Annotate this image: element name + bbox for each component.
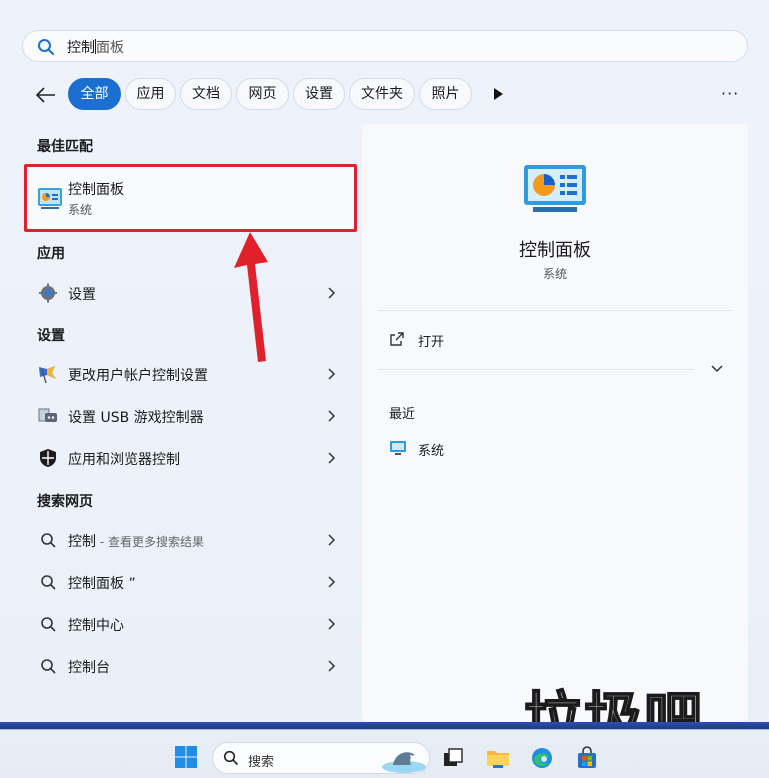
dolphin-highlight-icon [382,752,426,773]
preview-panel: 控制面板 系统 打开 最近 系统 [362,124,748,722]
open-external-icon[interactable] [389,331,405,347]
preview-title: 控制面板 [519,240,591,261]
chevron-right-icon [328,534,336,546]
setting-item-label: 应用和浏览器控制 [68,452,180,468]
web-item-label: 控制面板 ” [68,576,136,592]
control-panel-large-icon [524,165,586,212]
best-match-control-panel[interactable]: 控制面板 系统 [24,164,357,232]
filter-apps[interactable]: 应用 [125,78,176,110]
section-settings: 设置 [37,328,65,344]
shield-icon [40,449,56,467]
control-panel-icon [38,188,62,209]
red-arrow-annotation [234,232,268,362]
back-arrow-icon[interactable] [34,84,58,106]
search-suggest: 面板 [96,40,124,56]
recent-item-system[interactable]: 系统 [418,440,444,459]
web-item[interactable]: 控制台 [30,648,342,684]
best-match-title: 控制面板 [68,182,124,198]
setting-item-label: 设置 USB 游戏控制器 [68,410,204,426]
chevron-right-icon [328,576,336,588]
filter-settings[interactable]: 设置 [293,78,345,110]
chevron-right-icon [328,618,336,630]
chevron-right-icon [328,287,336,299]
chevron-right-icon [328,660,336,672]
task-view-icon[interactable] [441,746,465,770]
search-icon [38,39,54,55]
search-box[interactable]: 控制面板 [22,30,748,62]
web-item-label: 控制中心 [68,618,124,634]
setting-item-uac[interactable]: 更改用户帐户控制设置 [30,356,342,392]
taskbar-search-placeholder: 搜索 [248,755,275,770]
system-monitor-icon [390,441,406,455]
game-controller-icon [38,408,57,422]
search-typed: 控制 [67,40,95,56]
search-icon [41,617,56,632]
search-icon [223,750,239,766]
filter-folders[interactable]: 文件夹 [349,78,415,110]
gear-icon [39,283,57,303]
search-icon [41,575,56,590]
search-icon [41,533,56,548]
open-action[interactable]: 打开 [418,331,444,350]
taskbar-search[interactable]: 搜索 [212,742,430,774]
microsoft-store-icon[interactable] [575,746,599,770]
chevron-down-icon[interactable] [710,364,724,374]
web-item-query: 控制 [68,534,96,550]
edge-browser-icon[interactable] [530,746,554,770]
setting-item-label: 更改用户帐户控制设置 [68,368,208,384]
file-explorer-icon[interactable] [486,746,510,770]
setting-item-usb-controller[interactable]: 设置 USB 游戏控制器 [30,398,342,434]
recent-heading: 最近 [389,407,416,422]
start-search-panel: 控制面板 全部 应用 文档 网页 设置 文件夹 照片 ··· 最佳匹配 控制面板… [0,0,769,754]
chevron-right-icon [328,368,336,380]
search-icon [41,659,56,674]
web-item[interactable]: 控制中心 [30,606,342,642]
filter-all[interactable]: 全部 [68,78,121,110]
windows-start-icon[interactable] [174,745,198,769]
divider [378,310,732,311]
chevron-right-icon [328,452,336,464]
chevron-right-icon [328,410,336,422]
web-item[interactable]: 控制面板 ” [30,564,342,600]
web-item-sub: - 查看更多搜索结果 [96,535,204,549]
web-item-label: 控制 - 查看更多搜索结果 [68,531,204,551]
web-item-label: 控制台 [68,660,110,676]
search-input[interactable]: 控制面板 [67,37,124,57]
flag-icon [39,366,56,384]
best-match-subtitle: 系统 [68,203,93,217]
section-web-search: 搜索网页 [37,494,93,510]
app-item-settings[interactable]: 设置 [30,275,342,311]
more-options-button[interactable]: ··· [721,86,739,102]
play-more-filters-icon[interactable] [491,86,505,102]
filter-web[interactable]: 网页 [236,78,289,110]
divider [378,369,694,370]
section-apps: 应用 [37,246,65,262]
preview-type: 系统 [542,267,567,281]
app-item-label: 设置 [68,287,96,303]
section-best-match: 最佳匹配 [37,139,93,155]
web-item[interactable]: 控制 - 查看更多搜索结果 [30,522,342,558]
filter-documents[interactable]: 文档 [180,78,232,110]
setting-item-app-browser-control[interactable]: 应用和浏览器控制 [30,440,342,476]
filter-photos[interactable]: 照片 [419,78,472,110]
